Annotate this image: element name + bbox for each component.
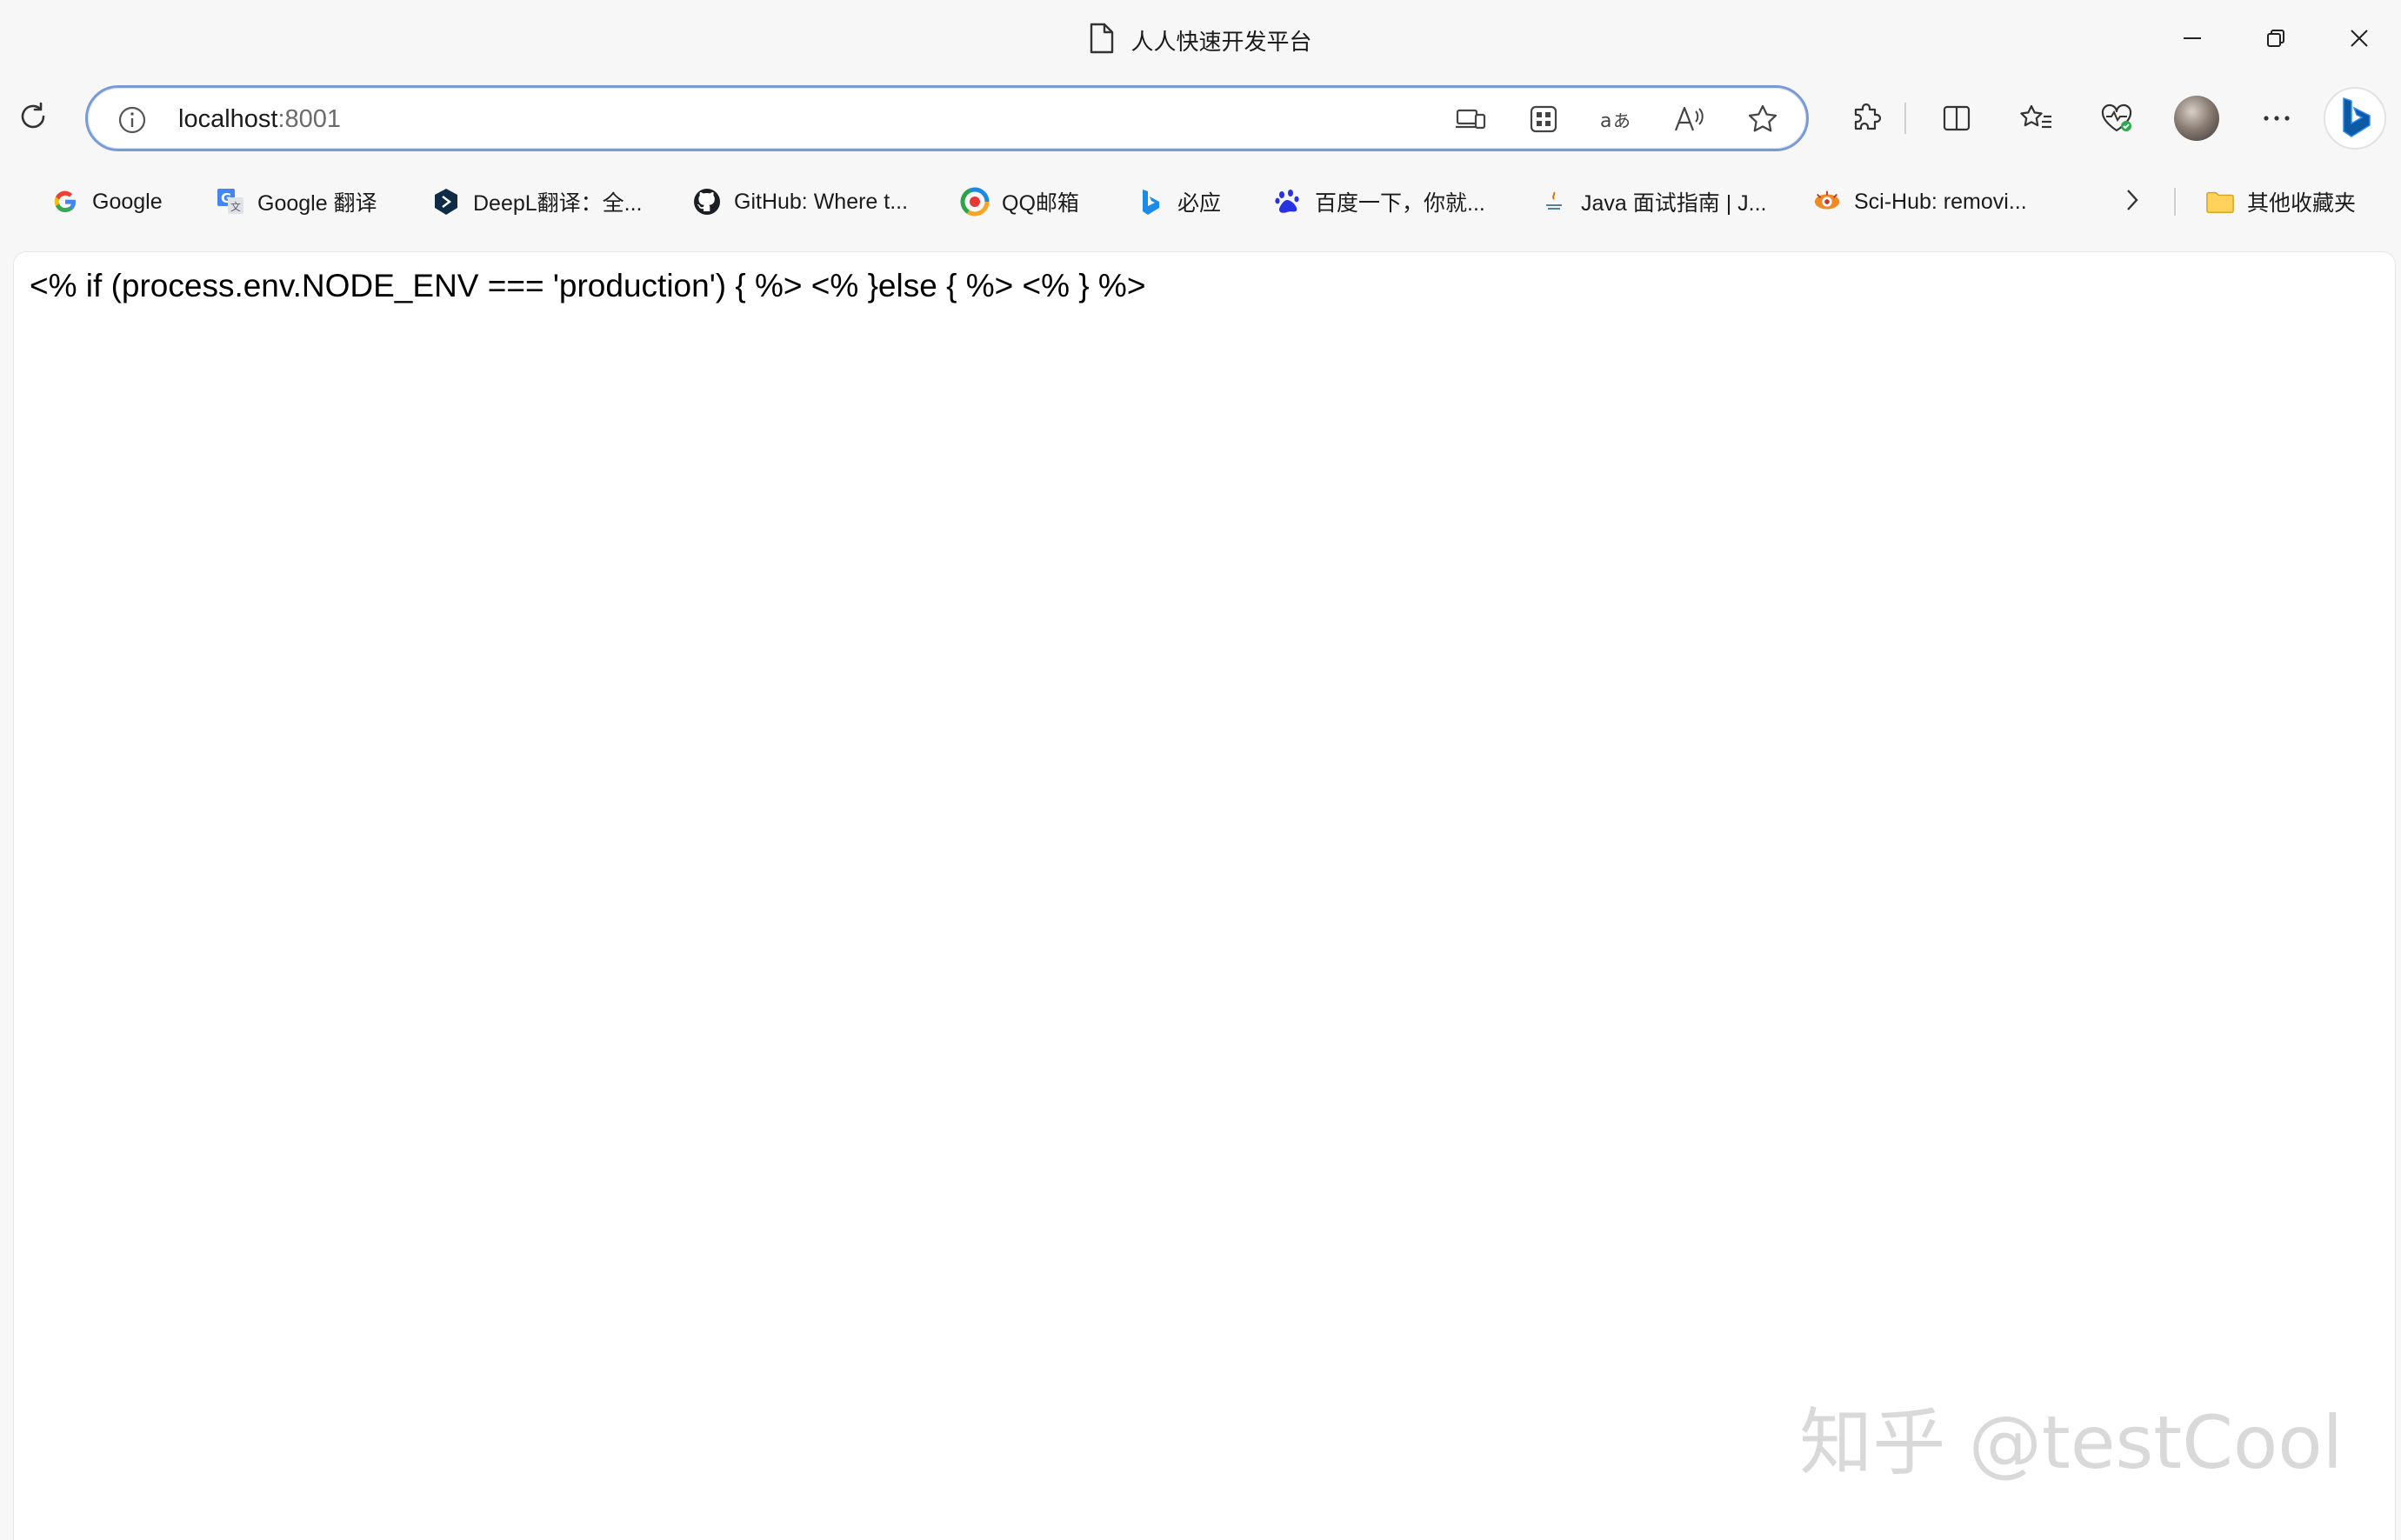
svg-text:文: 文 bbox=[230, 200, 241, 213]
bing-icon bbox=[2335, 95, 2375, 143]
bookmark-label: GitHub: Where t... bbox=[734, 189, 909, 214]
toolbar-separator bbox=[1904, 103, 1906, 134]
bookmark-label: Google bbox=[92, 189, 163, 214]
bookmarks-overflow-button[interactable] bbox=[2113, 183, 2151, 221]
bookmark-label: Java 面试指南 | J... bbox=[1581, 191, 1767, 216]
bookmarks-separator bbox=[2174, 188, 2176, 216]
url-port: :8001 bbox=[277, 105, 342, 133]
apps-grid-icon[interactable] bbox=[1524, 100, 1563, 138]
folder-icon bbox=[2205, 187, 2235, 217]
bookmark-baidu[interactable]: 百度一下，你就... bbox=[1273, 183, 1485, 221]
window-title: 人人快速开发平台 bbox=[1130, 28, 1312, 55]
bookmark-label: QQ邮箱 bbox=[1002, 191, 1079, 216]
read-aloud-icon[interactable] bbox=[1671, 100, 1709, 138]
browser-essentials-icon[interactable] bbox=[2092, 94, 2141, 143]
bookmark-label: Sci-Hub: removi... bbox=[1854, 189, 2027, 214]
document-icon bbox=[1089, 23, 1115, 58]
page-viewport: <% if (process.env.NODE_ENV === 'product… bbox=[14, 252, 2395, 1540]
svg-text:あ: あ bbox=[1613, 110, 1631, 131]
favorites-icon[interactable] bbox=[2012, 94, 2061, 143]
bookmark-scihub[interactable]: Sci-Hub: removi... bbox=[1812, 183, 2027, 221]
address-bar[interactable]: localhost:8001 aあ bbox=[85, 85, 1809, 151]
favorite-star-icon[interactable] bbox=[1744, 100, 1782, 138]
github-icon bbox=[692, 187, 722, 217]
bookmark-label: 百度一下，你就... bbox=[1315, 191, 1485, 216]
minimize-icon bbox=[2182, 28, 2203, 53]
bookmark-label: DeepL翻译：全... bbox=[473, 191, 643, 216]
more-icon[interactable] bbox=[2252, 94, 2301, 143]
bookmark-deepl[interactable]: DeepL翻译：全... bbox=[431, 183, 643, 221]
translate-icon[interactable]: aあ bbox=[1597, 100, 1636, 138]
bookmark-bing[interactable]: 必应 bbox=[1136, 183, 1221, 221]
address-actions: aあ bbox=[1451, 100, 1782, 138]
close-button[interactable] bbox=[2318, 0, 2401, 80]
bing-icon bbox=[1136, 187, 1165, 217]
bookmark-label: Google 翻译 bbox=[257, 191, 377, 216]
close-icon bbox=[2349, 28, 2370, 53]
device-icon[interactable] bbox=[1451, 100, 1490, 138]
bookmark-label: 必应 bbox=[1177, 191, 1222, 216]
restore-icon bbox=[2265, 28, 2286, 53]
page-body-text: <% if (process.env.NODE_ENV === 'product… bbox=[30, 268, 1146, 303]
google-translate-icon: G文 bbox=[216, 187, 245, 217]
url-host: localhost bbox=[178, 105, 278, 133]
window-title-group: 人人快速开发平台 bbox=[0, 19, 2401, 61]
split-screen-icon[interactable] bbox=[1932, 94, 1981, 143]
zhihu-watermark: 知乎 @testCool bbox=[1799, 1400, 2343, 1485]
bookmark-google-translate[interactable]: G文 Google 翻译 bbox=[216, 183, 377, 221]
bookmarks-bar: Google G文 Google 翻译 DeepL翻译：全... GitHub:… bbox=[0, 162, 2401, 245]
other-bookmarks-folder[interactable]: 其他收藏夹 bbox=[2205, 183, 2356, 221]
bookmark-java-guide[interactable]: Java 面试指南 | J... bbox=[1539, 183, 1766, 221]
site-info-icon[interactable] bbox=[117, 105, 147, 135]
chevron-right-icon bbox=[2124, 187, 2141, 217]
other-bookmarks-label: 其他收藏夹 bbox=[2247, 191, 2357, 216]
google-icon bbox=[50, 187, 80, 217]
browser-window: 人人快速开发平台 localhost:8001 a あ Google G 文 G… bbox=[0, 0, 2401, 1540]
scihub-icon bbox=[1812, 187, 1842, 217]
restore-button[interactable] bbox=[2234, 0, 2318, 80]
window-controls bbox=[2151, 0, 2401, 80]
address-url[interactable]: localhost:8001 bbox=[178, 103, 341, 136]
deepl-icon bbox=[431, 187, 461, 217]
title-bar: 人人快速开发平台 bbox=[0, 0, 2401, 80]
avatar bbox=[2174, 96, 2219, 141]
extensions-icon[interactable] bbox=[1844, 94, 1892, 143]
minimize-button[interactable] bbox=[2151, 0, 2234, 80]
svg-text:a: a bbox=[1600, 110, 1611, 132]
reload-button[interactable] bbox=[12, 97, 54, 139]
baidu-icon bbox=[1273, 187, 1303, 217]
profile-avatar[interactable] bbox=[2172, 94, 2221, 143]
bookmark-google[interactable]: Google bbox=[50, 183, 163, 221]
qq-mail-icon bbox=[960, 187, 990, 217]
reload-icon bbox=[17, 101, 49, 137]
navigation-toolbar: localhost:8001 aあ bbox=[0, 80, 2401, 157]
copilot-button[interactable] bbox=[2324, 87, 2386, 150]
toolbar-right bbox=[1844, 94, 2332, 143]
java-guide-icon bbox=[1539, 187, 1569, 217]
bookmark-qq-mail[interactable]: QQ邮箱 bbox=[960, 183, 1079, 221]
bookmark-github[interactable]: GitHub: Where t... bbox=[692, 183, 908, 221]
